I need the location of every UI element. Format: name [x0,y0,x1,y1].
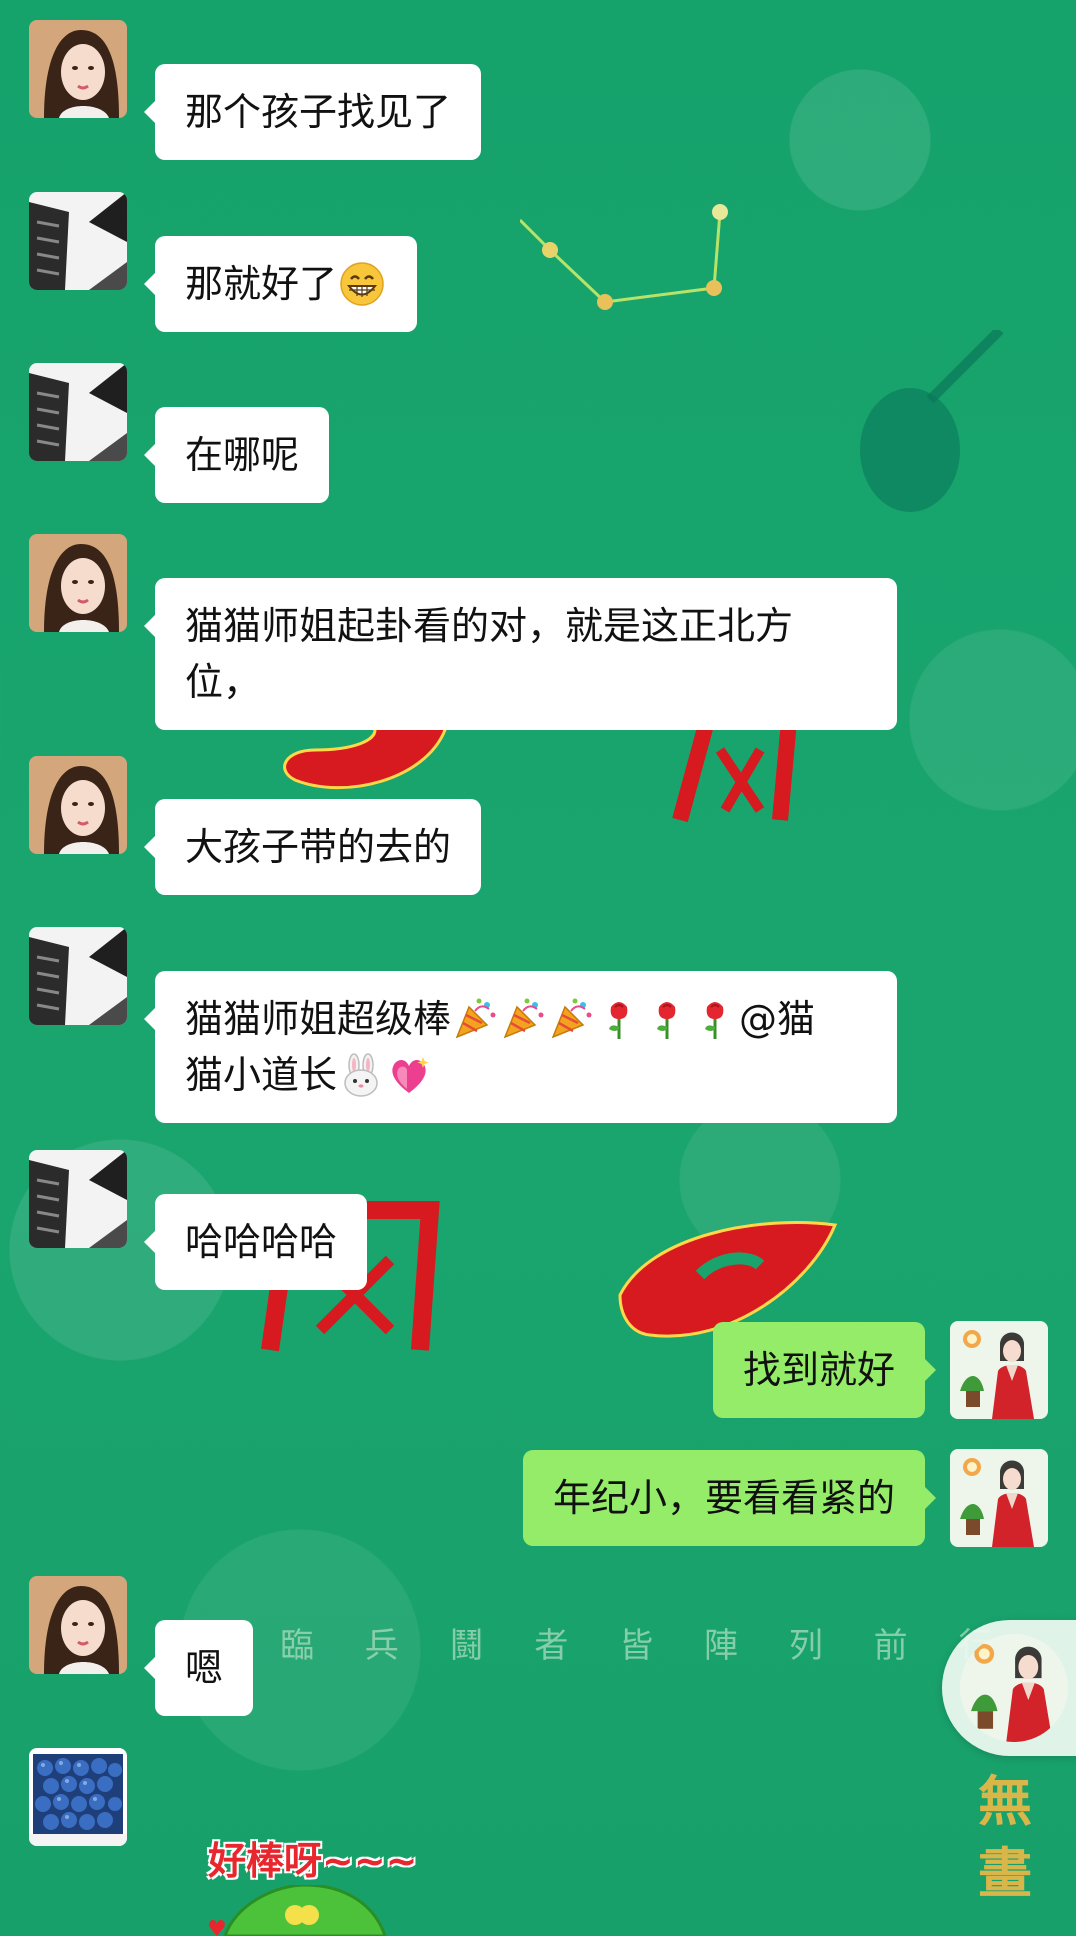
rose-icon [705,1001,724,1039]
sender-avatar[interactable] [29,756,127,854]
floating-avatar [960,1634,1068,1742]
message-text: 嗯 [185,1646,224,1690]
message-bubble[interactable]: 猫猫师姐超级棒 @猫 猫小道长 [144,971,897,1123]
avatar-girl-icon [29,756,127,854]
avatar-lady-icon [960,1634,1068,1742]
message-bubble[interactable]: 大孩子带的去的 [143,799,482,895]
message-bubble[interactable]: 嗯 [143,1620,254,1716]
rabbit-face-icon [344,1052,378,1097]
message-text-line: 猫小道长 [185,1047,867,1103]
sender-avatar[interactable] [29,1576,127,1674]
mantra-background-text: 臨 兵 鬪 者 皆 陣 列 前 行 [280,1626,1013,1666]
avatar-girl-icon [29,1576,127,1674]
message-text: 找到就好 [742,1348,895,1392]
message-text-line: 位， [185,660,262,704]
message-text-line: 猫猫师姐起卦看的对，就是这正北方 [185,604,794,648]
sender-avatar[interactable] [29,534,127,632]
message-text: 哈哈哈哈 [185,1220,338,1264]
sender-avatar[interactable] [29,927,127,1025]
message-text-line: 猫猫师姐超级棒 @猫 [185,991,867,1047]
my-avatar[interactable] [950,1449,1048,1547]
message-text: 猫小道长 [185,1053,338,1097]
message-text: 在哪呢 [185,433,300,477]
vertical-background-text: 無畫 [978,1769,1032,1905]
party-popper-icon [551,998,592,1038]
sender-avatar[interactable] [29,1748,127,1846]
avatar-girl-icon [29,20,127,118]
message-text: 年纪小，要看看紧的 [552,1476,895,1520]
rose-icon [657,1001,676,1039]
my-avatar[interactable] [950,1321,1048,1419]
svg-text:♥: ♥ [207,1917,227,1936]
avatar-building-icon [29,192,127,290]
grinning-face-icon [340,261,384,306]
sender-avatar[interactable] [29,20,127,118]
message-bubble[interactable]: 那个孩子找见了 [143,64,482,160]
party-popper-icon [455,998,496,1038]
sticker-image: ♥ [207,1885,387,1936]
avatar-lady-icon [950,1449,1048,1547]
message-bubble[interactable]: 哈哈哈哈 [143,1194,368,1290]
avatar-girl-icon [29,534,127,632]
message-text: 猫猫师姐超级棒 [185,997,452,1041]
sender-avatar[interactable] [29,192,127,290]
sparkling-heart-icon [392,1056,429,1093]
avatar-lady-icon [950,1321,1048,1419]
avatar-building-icon [29,363,127,461]
message-text: 那就好了 [185,262,338,306]
lute-decoration [860,330,1004,512]
message-bubble[interactable]: 猫猫师姐起卦看的对，就是这正北方 位， [144,578,897,730]
message-bubble-outgoing[interactable]: 找到就好 [712,1322,937,1418]
sender-avatar[interactable] [29,1150,127,1248]
message-bubble-outgoing[interactable]: 年纪小，要看看紧的 [522,1450,937,1546]
rose-icon [609,1001,628,1039]
floating-profile-button[interactable] [942,1620,1076,1756]
message-text: 大孩子带的去的 [185,825,452,869]
message-bubble[interactable]: 在哪呢 [143,407,330,503]
avatar-building-icon [29,1150,127,1248]
message-bubble[interactable]: 那就好了 [143,236,418,332]
sticker-caption: 好棒呀~~~ [208,1839,418,1883]
mention-text[interactable]: @猫 [739,997,815,1041]
avatar-blueberry-icon [29,1748,127,1846]
constellation-decoration [520,204,728,310]
party-popper-icon [503,998,544,1038]
message-text: 那个孩子找见了 [185,90,452,134]
sender-avatar[interactable] [29,363,127,461]
avatar-building-icon [29,927,127,1025]
